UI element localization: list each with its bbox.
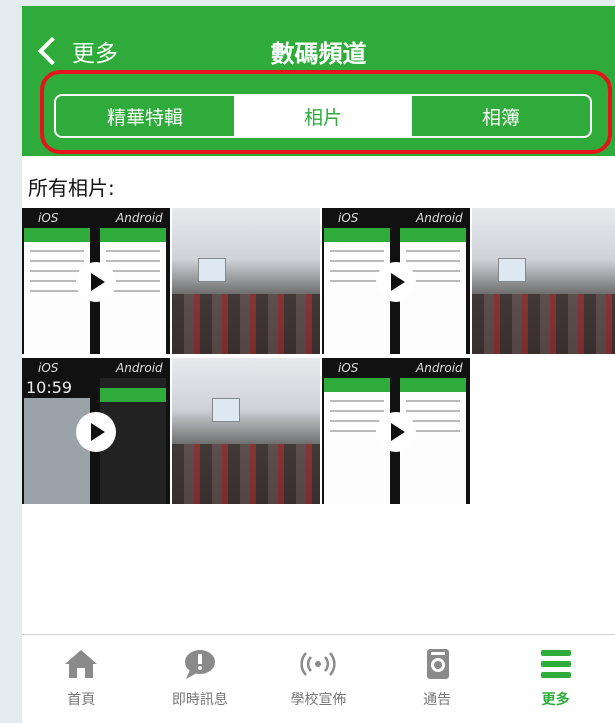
tab-photos[interactable]: 相片 — [234, 96, 412, 136]
tab-highlights[interactable]: 精華特輯 — [56, 96, 234, 136]
gallery-item-video[interactable]: iOS Android — [322, 208, 470, 354]
bottom-nav: 首頁 即時訊息 學校宣佈 通告 更多 — [22, 634, 615, 723]
android-label: Android — [116, 361, 163, 375]
nav-notices[interactable]: 通告 — [378, 635, 497, 723]
gallery-item-photo[interactable] — [172, 208, 320, 354]
ios-label: iOS — [338, 361, 359, 375]
ios-label: iOS — [38, 361, 59, 375]
menu-icon — [536, 647, 576, 681]
ios-label: iOS — [338, 211, 359, 225]
message-alert-icon — [180, 647, 220, 681]
notice-icon — [417, 647, 457, 681]
gallery-item-photo[interactable] — [472, 208, 615, 354]
section-title: 所有相片: — [28, 176, 115, 200]
android-label: Android — [116, 211, 163, 225]
play-icon — [376, 412, 416, 452]
android-label: Android — [416, 211, 463, 225]
nav-school-announcements[interactable]: 學校宣佈 — [259, 635, 378, 723]
lockscreen-time: 10:59 — [26, 378, 73, 397]
nav-label: 通告 — [423, 692, 452, 708]
home-icon — [61, 647, 101, 681]
play-icon — [76, 412, 116, 452]
nav-label: 即時訊息 — [171, 692, 228, 708]
page-title: 數碼頻道 — [270, 40, 367, 68]
segmented-tabs: 精華特輯 相片 相簿 — [54, 94, 592, 138]
nav-instant-messages[interactable]: 即時訊息 — [141, 635, 260, 723]
gallery-item-video[interactable]: iOS Android — [322, 358, 470, 504]
broadcast-icon — [298, 647, 338, 681]
play-icon — [376, 262, 416, 302]
ios-label: iOS — [38, 211, 59, 225]
gallery-item-video[interactable]: iOS Android — [22, 208, 170, 354]
tab-albums[interactable]: 相簿 — [412, 96, 590, 136]
gallery-item-video[interactable]: iOS Android 10:59 — [22, 358, 170, 504]
nav-label: 更多 — [541, 692, 570, 708]
gallery-item-photo[interactable] — [172, 358, 320, 504]
nav-label: 首頁 — [67, 692, 96, 708]
nav-home[interactable]: 首頁 — [22, 635, 141, 723]
top-bar: 更多 數碼頻道 精華特輯 相片 相簿 — [22, 6, 615, 156]
nav-more[interactable]: 更多 — [496, 635, 615, 723]
play-icon — [76, 262, 116, 302]
android-label: Android — [416, 361, 463, 375]
nav-label: 學校宣佈 — [290, 692, 347, 708]
phone-screen: 更多 數碼頻道 精華特輯 相片 相簿 所有相片: iOS Android iOS… — [22, 6, 615, 723]
